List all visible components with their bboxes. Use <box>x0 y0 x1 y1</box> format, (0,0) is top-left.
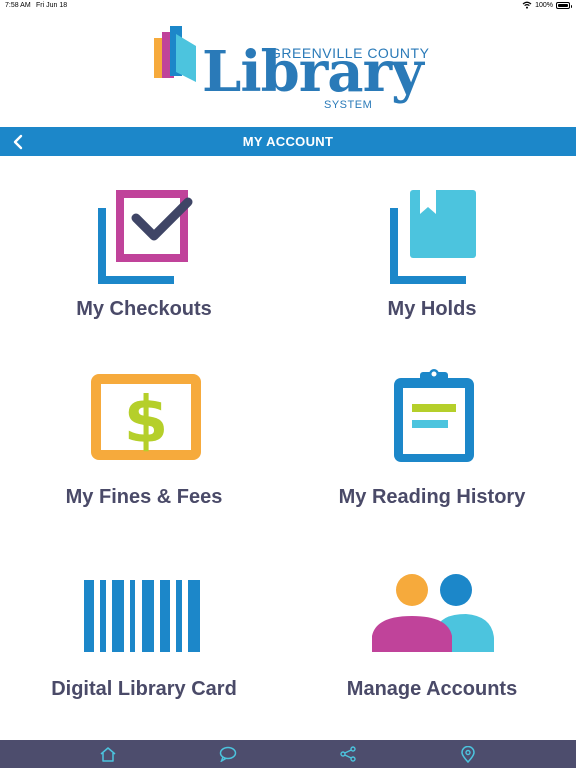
tile-my-fines-fees[interactable]: $ My Fines & Fees <box>0 360 288 520</box>
status-date: Fri Jun 18 <box>36 2 68 9</box>
wifi-icon <box>522 1 532 9</box>
status-bar: 7:58 AM Fri Jun 18 100% <box>0 0 576 14</box>
library-logo: GREENVILLE COUNTY Library SYSTEM <box>152 22 429 118</box>
tab-location[interactable] <box>438 740 498 768</box>
tile-label-digital-library-card: Digital Library Card <box>51 678 237 700</box>
barcode-icon <box>84 580 200 652</box>
page-title: MY ACCOUNT <box>242 134 334 149</box>
tab-share[interactable] <box>318 740 378 768</box>
users-icon <box>372 574 494 652</box>
dollar-bill-icon: $ <box>91 374 201 460</box>
status-time: 7:58 AM <box>5 2 31 9</box>
bookmark-holds-icon <box>390 190 476 284</box>
clipboard-icon <box>394 369 474 462</box>
tab-home[interactable] <box>78 740 138 768</box>
back-button[interactable] <box>4 127 32 156</box>
status-indicators: 100% <box>522 1 572 9</box>
tile-my-holds[interactable]: My Holds <box>288 170 576 340</box>
tile-my-reading-history[interactable]: My Reading History <box>288 360 576 520</box>
checkout-checkbox-icon <box>98 190 193 284</box>
bottom-tab-bar <box>0 740 576 768</box>
tile-label-my-holds: My Holds <box>387 298 477 320</box>
share-icon <box>340 746 356 762</box>
tile-digital-library-card[interactable]: Digital Library Card <box>0 560 288 710</box>
books-logo-icon <box>154 26 196 82</box>
svg-text:$: $ <box>124 384 169 458</box>
battery-icon <box>556 1 572 9</box>
chevron-left-icon <box>13 134 23 149</box>
home-icon <box>100 747 116 762</box>
chat-bubble-icon <box>219 746 237 762</box>
nav-bar: MY ACCOUNT <box>0 127 576 156</box>
tile-label-my-checkouts: My Checkouts <box>76 298 212 320</box>
tile-label-my-fines-fees: My Fines & Fees <box>65 486 223 508</box>
battery-percent: 100% <box>535 1 553 9</box>
tile-manage-accounts[interactable]: Manage Accounts <box>288 560 576 710</box>
tile-label-my-reading-history: My Reading History <box>338 486 526 508</box>
tab-chat[interactable] <box>198 740 258 768</box>
tile-my-checkouts[interactable]: My Checkouts <box>0 170 288 340</box>
logo-main-text: Library <box>202 39 424 105</box>
logo-bottom-text: SYSTEM <box>324 99 373 111</box>
tile-label-manage-accounts: Manage Accounts <box>346 678 518 700</box>
location-pin-icon <box>461 745 475 763</box>
